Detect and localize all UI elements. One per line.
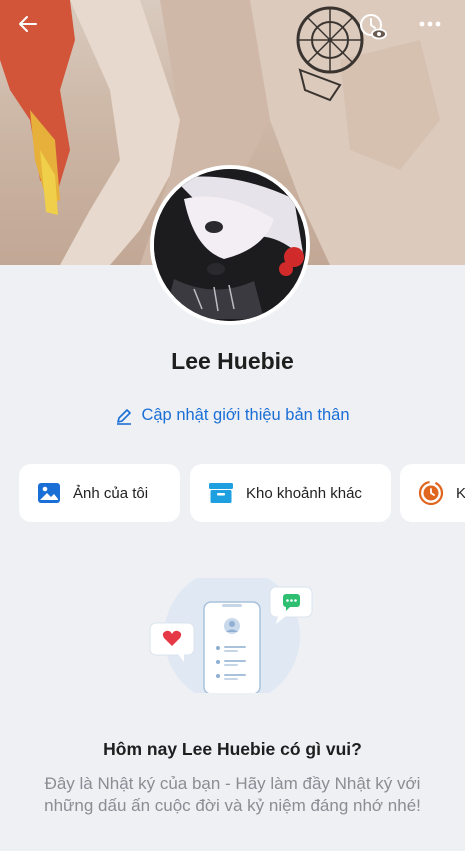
avatar-image <box>154 169 306 321</box>
more-dots-icon <box>419 21 441 27</box>
shortcut-history[interactable]: K <box>400 464 465 522</box>
update-intro-link[interactable]: Cập nhật giới thiệu bản thân <box>0 406 465 425</box>
back-button[interactable] <box>16 12 52 48</box>
diary-illustration <box>149 578 313 693</box>
shortcut-label: K <box>456 484 465 502</box>
avatar[interactable] <box>150 165 310 325</box>
pencil-icon <box>117 408 132 425</box>
clock-history-icon <box>418 480 444 506</box>
profile-name: Lee Huebie <box>171 348 294 374</box>
shortcut-label: Ảnh của tôi <box>73 484 149 502</box>
back-arrow-icon <box>19 16 37 32</box>
more-options-button[interactable] <box>418 12 454 48</box>
archive-box-icon <box>209 483 233 503</box>
shortcut-moments-archive[interactable]: Kho khoảnh khác <box>190 464 391 522</box>
shortcut-my-photos[interactable]: Ảnh của tôi <box>19 464 180 522</box>
empty-state-description: Đây là Nhật ký của bạn - Hãy làm đầy Nhậ… <box>44 774 421 815</box>
shortcut-label: Kho khoảnh khác <box>246 484 362 502</box>
profile-visibility-icon <box>360 14 387 40</box>
empty-state-title: Hôm nay Lee Huebie có gì vui? <box>103 739 362 759</box>
update-intro-label: Cập nhật giới thiệu bản thân <box>141 406 350 424</box>
photo-icon <box>38 483 60 503</box>
profile-visibility-button[interactable] <box>358 12 394 48</box>
